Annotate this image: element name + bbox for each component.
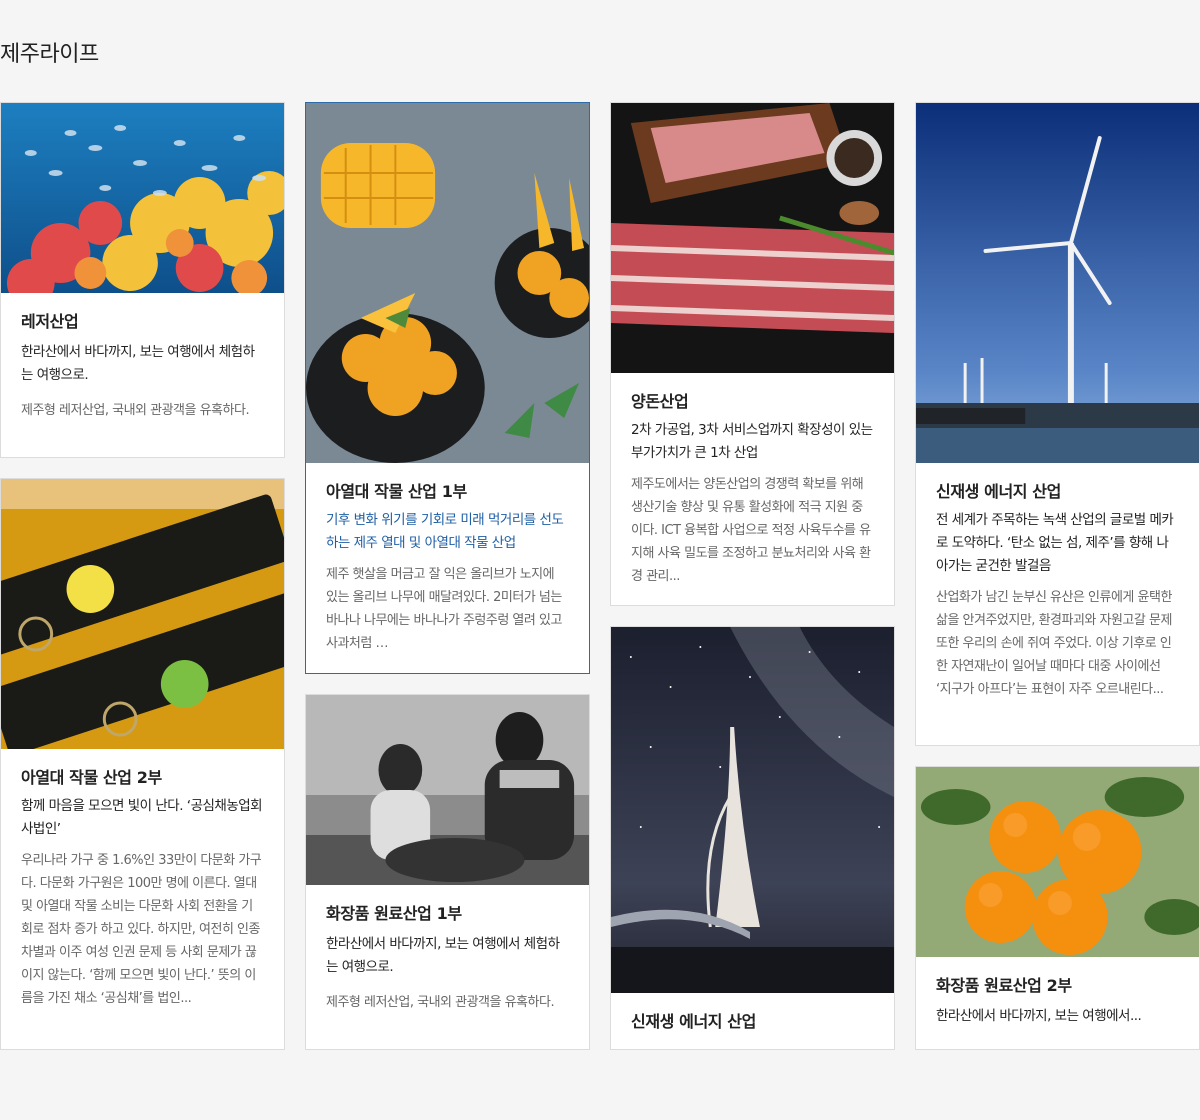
card-subtropical-1[interactable]: 아열대 작물 산업 1부 기후 변화 위기를 기회로 미래 먹거리를 선도하는 … bbox=[305, 102, 590, 674]
card-title: 신재생 에너지 산업 bbox=[936, 482, 1061, 501]
card-description: 우리나라 가구 중 1.6%인 33만이 다문화 가구다. 다문화 가구원은 1… bbox=[21, 853, 262, 1006]
card-description: 제주형 레저산업, 국내외 관광객을 유혹하다. bbox=[21, 403, 250, 418]
page-title: 제주라이프 bbox=[0, 42, 99, 67]
undersea-coral-image bbox=[1, 103, 284, 293]
card-subtropical-2[interactable]: 아열대 작물 산업 2부 함께 마음을 모으면 빛이 난다. ‘공심채농업회사법… bbox=[0, 478, 285, 1050]
card-title: 아열대 작물 산업 2부 bbox=[21, 768, 162, 787]
card-title: 화장품 원료산업 1부 bbox=[326, 904, 462, 923]
card-description: 산업화가 남긴 눈부신 유산은 인류에게 윤택한 삶을 안겨주었지만, 환경파괴… bbox=[936, 590, 1172, 697]
card-subtitle: 한라산에서 바다까지, 보는 여행에서 체험하는 여행으로. bbox=[21, 344, 255, 383]
haenyeo-photo-image bbox=[306, 695, 589, 885]
card-cosmetics-2[interactable]: 화장품 원료산업 2부 한라산에서 바다까지, 보는 여행에서... bbox=[915, 766, 1200, 1050]
card-subtitle: 한라산에서 바다까지, 보는 여행에서... bbox=[936, 1008, 1142, 1024]
mango-sorbet-image bbox=[306, 103, 589, 463]
card-title: 아열대 작물 산업 1부 bbox=[326, 482, 467, 501]
card-description: 제주 햇살을 머금고 잘 익은 올리브가 노지에 있는 올리브 나무에 매달려있… bbox=[326, 567, 562, 651]
card-description: 제주도에서는 양돈산업의 경쟁력 확보를 위해 생산기술 향상 및 유통 활성화… bbox=[631, 477, 871, 584]
wind-turbines-image bbox=[916, 103, 1199, 463]
card-renewable[interactable]: 신재생 에너지 산업 전 세계가 주목하는 녹색 산업의 글로벌 메카로 도약하… bbox=[915, 102, 1200, 746]
card-subtitle: 한라산에서 바다까지, 보는 여행에서 체험하는 여행으로. bbox=[326, 936, 560, 975]
card-cosmetics-1[interactable]: 화장품 원료산업 1부 한라산에서 바다까지, 보는 여행에서 체험하는 여행으… bbox=[305, 694, 590, 1050]
night-bridge-image bbox=[611, 627, 894, 993]
card-title: 신재생 에너지 산업 bbox=[631, 1012, 756, 1031]
card-subtitle: 2차 가공업, 3차 서비스업까지 확장성이 있는 부가가치가 큰 1차 산업 bbox=[631, 422, 873, 461]
card-title: 화장품 원료산업 2부 bbox=[936, 976, 1072, 995]
card-subtitle: 함께 마음을 모으면 빛이 난다. ‘공심채농업회사법인’ bbox=[21, 798, 263, 837]
card-subtitle: 전 세계가 주목하는 녹색 산업의 글로벌 메카로 도약하다. ‘탄소 없는 섬… bbox=[936, 512, 1174, 574]
tangerines-image bbox=[916, 767, 1199, 957]
card-subtitle: 기후 변화 위기를 기회로 미래 먹거리를 선도하는 제주 열대 및 아열대 작… bbox=[326, 512, 564, 551]
card-leisure[interactable]: 레저산업 한라산에서 바다까지, 보는 여행에서 체험하는 여행으로. 제주형 … bbox=[0, 102, 285, 458]
lemon-bottles-image bbox=[1, 479, 284, 749]
raw-pork-image bbox=[611, 103, 894, 373]
card-pork[interactable]: 양돈산업 2차 가공업, 3차 서비스업까지 확장성이 있는 부가가치가 큰 1… bbox=[610, 102, 895, 606]
card-title: 양돈산업 bbox=[631, 392, 689, 411]
card-description: 제주형 레저산업, 국내외 관광객을 유혹하다. bbox=[326, 995, 555, 1010]
card-renewable-image-only[interactable]: 신재생 에너지 산업 bbox=[610, 626, 895, 1050]
card-title: 레저산업 bbox=[21, 312, 79, 331]
